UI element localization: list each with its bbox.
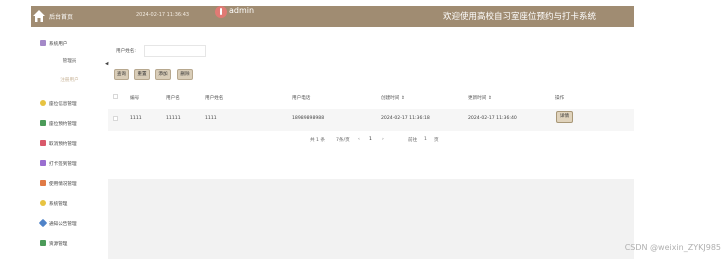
table-cell: 2024-02-17 11:36:40 xyxy=(468,116,517,121)
table-cell: 11111 xyxy=(166,116,181,121)
table-header: 编号 xyxy=(130,96,140,101)
table-cell: 1111 xyxy=(130,116,142,121)
sidebar-item-label: 系统管理 xyxy=(49,202,68,207)
add-button[interactable]: 添加 xyxy=(155,69,171,80)
sidebar-item-seat-reserve[interactable]: 座位预约管理 xyxy=(31,117,108,131)
table-cell: 1111 xyxy=(205,116,217,121)
reset-button[interactable]: 重置 xyxy=(134,69,150,80)
user-group-icon xyxy=(40,40,46,46)
username-label[interactable]: admin xyxy=(229,6,254,15)
table-header[interactable]: 创建时间 ⇕ xyxy=(381,95,405,101)
table-cell: 18989898988 xyxy=(292,116,325,121)
query-button[interactable]: 查询 xyxy=(114,69,129,80)
search-input[interactable] xyxy=(144,45,206,57)
content-footer-area xyxy=(108,179,634,259)
goto-page-input[interactable]: 1 xyxy=(424,137,427,142)
detail-button[interactable]: 详情 xyxy=(556,111,573,123)
sidebar-item-label: 取消预约管理 xyxy=(49,142,77,147)
sidebar-item-label: 资源管理 xyxy=(49,242,68,247)
sidebar-item-system[interactable]: 系统管理 xyxy=(31,197,108,211)
checkin-icon xyxy=(40,160,46,166)
sidebar-item-label: 使用情况管理 xyxy=(49,182,77,187)
sidebar-item-label: 座位预约管理 xyxy=(49,122,77,127)
main-content: 用户姓名: 查询 重置 添加 删除 编号 用户名 用户姓名 用户电话 创建时间 … xyxy=(108,27,634,259)
table-cell: 2024-02-17 11:36:18 xyxy=(381,116,430,121)
sidebar-item-checkin[interactable]: 打卡签到管理 xyxy=(31,157,108,171)
sidebar-subitem-registered-users[interactable]: 注册用户 xyxy=(31,75,108,87)
sidebar-item-seat-info[interactable]: 座位信息管理 xyxy=(31,97,108,111)
goto-label: 前往 xyxy=(408,138,418,143)
page-number[interactable]: 1 xyxy=(369,137,372,142)
usage-icon xyxy=(40,180,46,186)
resource-icon xyxy=(40,240,46,246)
top-header: 后台首页 2024-02-17 11:36:43 admin 欢迎使用高校自习室… xyxy=(31,6,634,27)
watermark: CSDN @weixin_ZYKJ985 xyxy=(624,243,721,252)
next-page-button[interactable]: › xyxy=(382,137,384,142)
notice-icon xyxy=(38,218,48,228)
table-header: 操作 xyxy=(555,96,565,101)
page-unit-label: 页 xyxy=(434,138,439,143)
sidebar-item-notice[interactable]: 通知公告管理 xyxy=(31,217,108,231)
home-link[interactable]: 后台首页 xyxy=(49,12,73,21)
search-label: 用户姓名: xyxy=(116,49,136,54)
sidebar-item-label: 系统用户 xyxy=(49,42,68,47)
sidebar-subitem-admin[interactable]: 管理员 xyxy=(31,56,108,68)
cancel-reserve-icon xyxy=(40,140,46,146)
sidebar-item-label: 打卡签到管理 xyxy=(49,162,77,167)
sidebar-item-system-users[interactable]: 系统用户 xyxy=(31,37,108,51)
select-all-checkbox[interactable] xyxy=(113,94,118,99)
sidebar: 系统用户 管理员 注册用户 座位信息管理 座位预约管理 取消预约管理 打卡签到管… xyxy=(31,27,108,259)
system-icon xyxy=(40,200,46,206)
delete-button[interactable]: 删除 xyxy=(177,69,193,80)
sidebar-item-label: 通知公告管理 xyxy=(49,222,77,227)
page-size-select[interactable]: 7条/页 xyxy=(336,137,350,143)
system-title: 欢迎使用高校自习室座位预约与打卡系统 xyxy=(442,12,596,22)
avatar[interactable] xyxy=(215,6,227,18)
table-header[interactable]: 更新时间 ⇕ xyxy=(468,95,492,101)
table-header: 用户姓名 xyxy=(205,96,224,101)
table-header: 用户名 xyxy=(166,96,180,101)
current-time: 2024-02-17 11:36:43 xyxy=(136,12,190,18)
home-icon[interactable] xyxy=(32,9,46,23)
sidebar-item-resource[interactable]: 资源管理 xyxy=(31,237,108,251)
table-header: 用户电话 xyxy=(292,96,311,101)
row-checkbox[interactable] xyxy=(113,116,118,121)
seat-reserve-icon xyxy=(40,120,46,126)
pagination-total: 共 1 条 xyxy=(310,138,326,143)
sidebar-item-usage[interactable]: 使用情况管理 xyxy=(31,177,108,191)
sidebar-item-label: 座位信息管理 xyxy=(49,102,77,107)
sidebar-item-cancel-reserve[interactable]: 取消预约管理 xyxy=(31,137,108,151)
prev-page-button[interactable]: ‹ xyxy=(358,137,360,142)
seat-info-icon xyxy=(40,100,46,106)
